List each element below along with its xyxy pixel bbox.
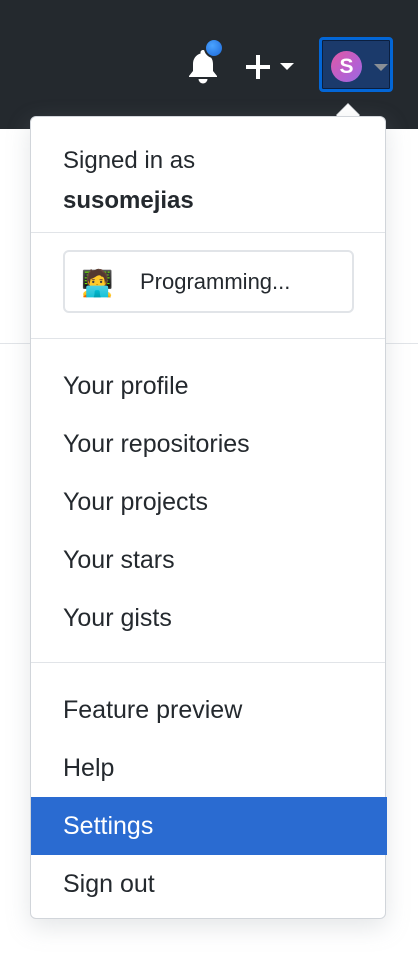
chevron-down-icon	[280, 63, 294, 70]
page-divider	[386, 343, 418, 344]
chevron-down-icon	[374, 64, 388, 71]
plus-icon	[246, 55, 270, 79]
page: S Signed in as susomejias 🧑‍💻 Programmin…	[0, 0, 418, 969]
user-menu-button[interactable]: S	[319, 37, 393, 92]
menu-item-settings[interactable]: Settings	[31, 797, 387, 855]
username: susomejias	[63, 187, 194, 214]
create-new-button[interactable]	[244, 50, 296, 84]
divider	[31, 338, 385, 339]
signed-in-header: Signed in as susomejias	[63, 141, 195, 221]
status-text: Programming...	[140, 269, 291, 294]
menu-item-feature-preview[interactable]: Feature preview	[31, 681, 387, 739]
menu-item-your-projects[interactable]: Your projects	[31, 473, 387, 531]
divider	[31, 662, 385, 663]
page-divider	[0, 343, 30, 344]
menu-item-your-gists[interactable]: Your gists	[31, 589, 387, 647]
menu-item-your-repositories[interactable]: Your repositories	[31, 415, 387, 473]
avatar: S	[331, 51, 362, 82]
status-emoji: 🧑‍💻	[81, 268, 114, 298]
signed-in-label: Signed in as	[63, 147, 196, 174]
divider	[31, 232, 385, 233]
set-status-button[interactable]: 🧑‍💻 Programming...	[63, 250, 354, 313]
menu-item-help[interactable]: Help	[31, 739, 387, 797]
unread-notification-dot	[204, 38, 224, 58]
menu-item-your-stars[interactable]: Your stars	[31, 531, 387, 589]
menu-item-your-profile[interactable]: Your profile	[31, 357, 387, 415]
user-dropdown-menu: Signed in as susomejias 🧑‍💻 Programming.…	[30, 116, 387, 919]
menu-item-sign-out[interactable]: Sign out	[31, 855, 387, 913]
dropdown-caret	[336, 104, 360, 116]
